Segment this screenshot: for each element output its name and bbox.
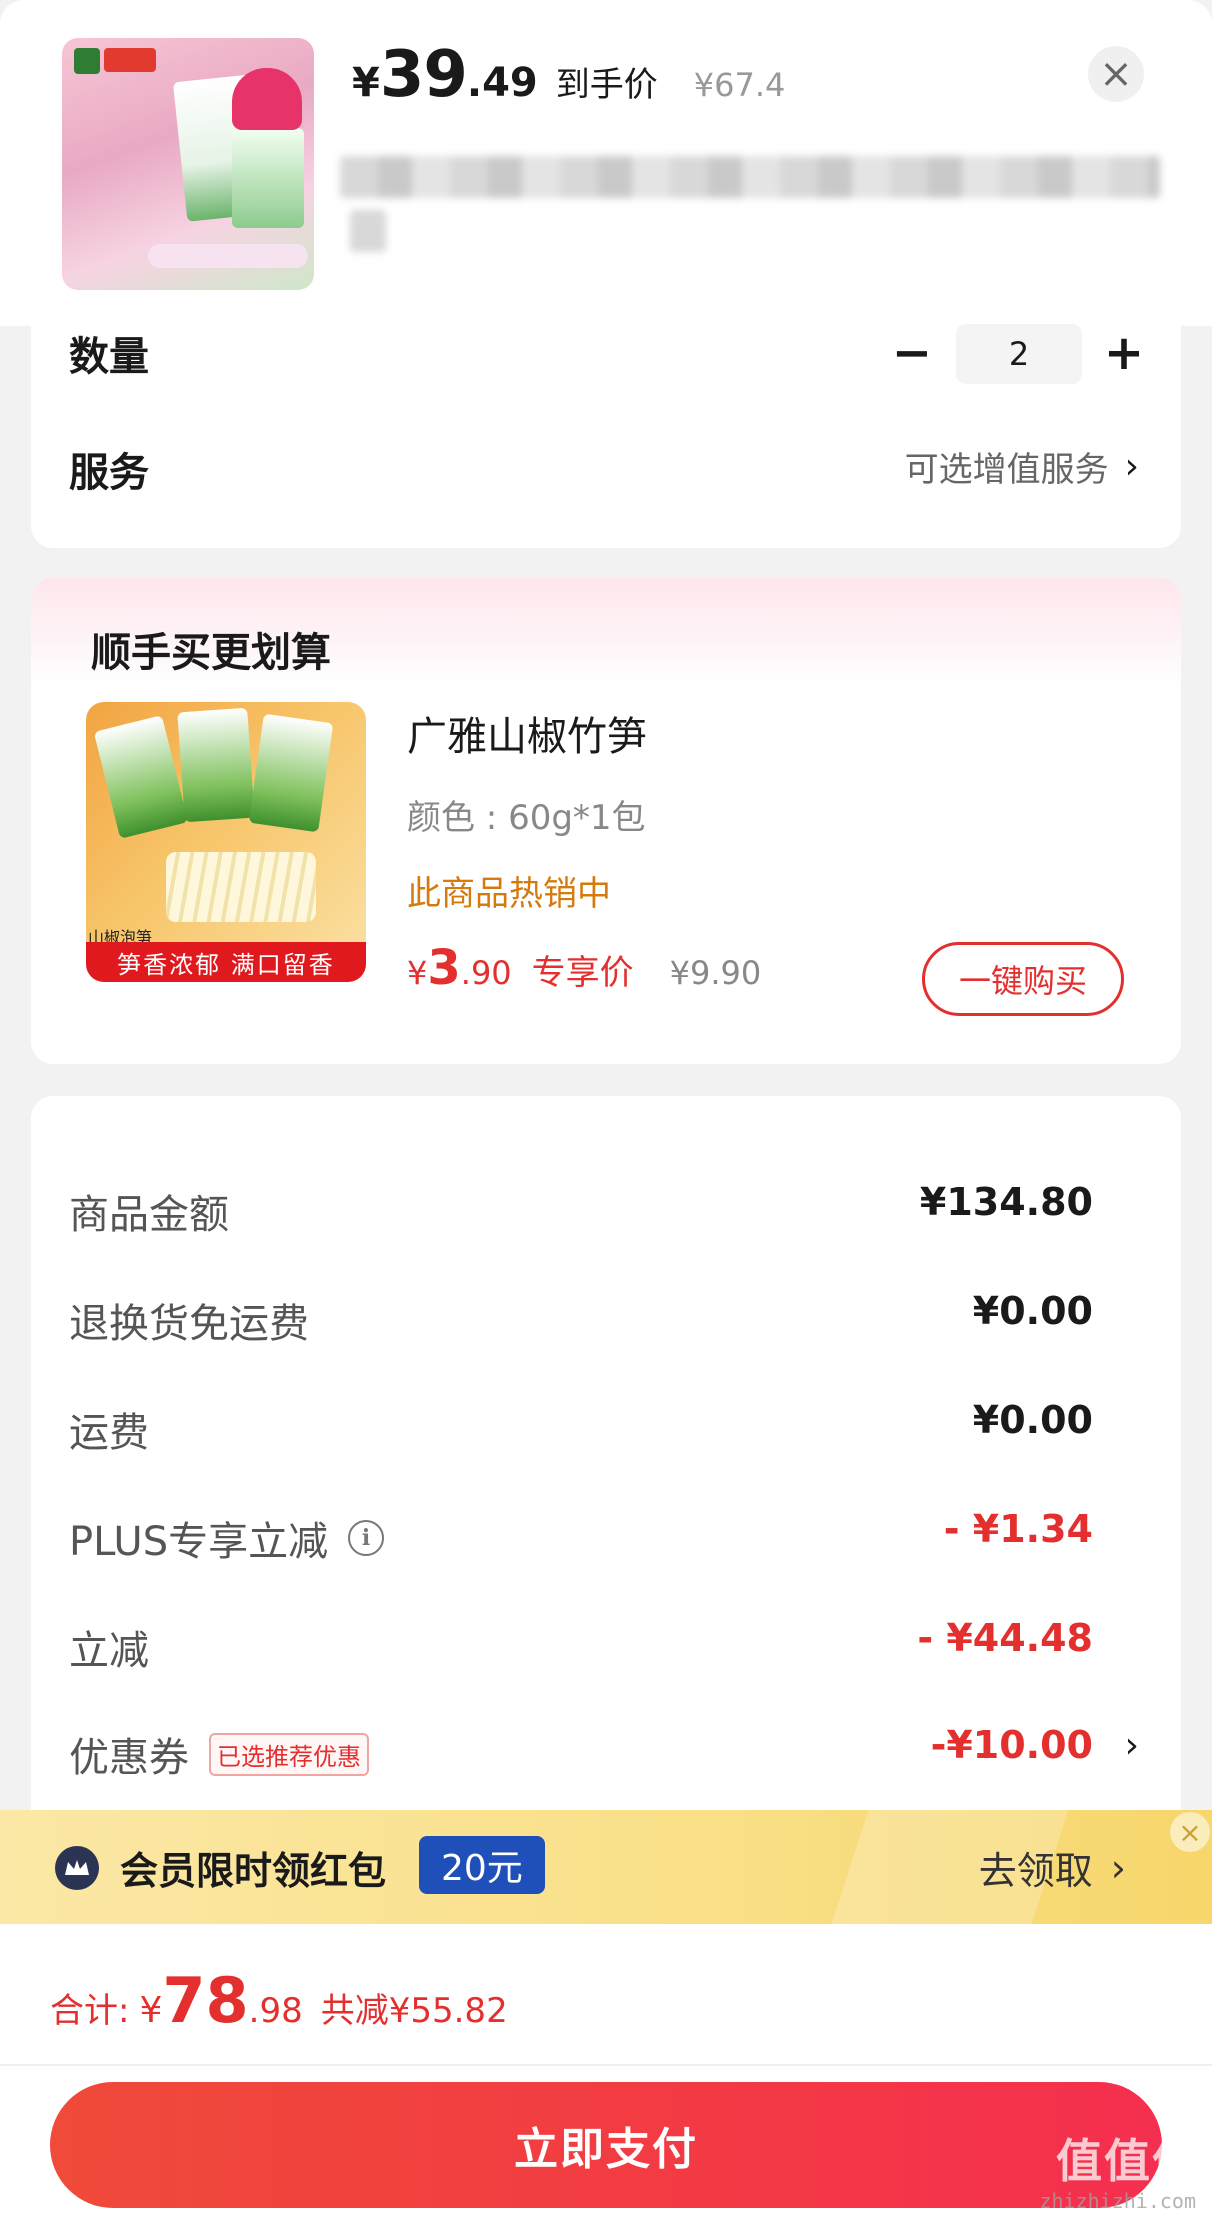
- summary-value: -¥10.00: [930, 1723, 1093, 1767]
- summary-value: - ¥1.34: [943, 1507, 1093, 1551]
- summary-label: 商品金额: [69, 1192, 229, 1238]
- service-value: 可选增值服务: [904, 450, 1109, 490]
- upsell-price-currency: ¥: [407, 954, 428, 992]
- image-banner: 笋香浓郁 满口留香: [86, 942, 366, 982]
- upsell-hot-label: 此商品热销中: [407, 874, 611, 914]
- summary-label: 优惠券: [69, 1735, 189, 1781]
- price-currency: ¥: [352, 60, 380, 106]
- summary-label: 运费: [69, 1410, 149, 1456]
- pay-now-button[interactable]: 立即支付: [50, 2082, 1162, 2208]
- summary-label: 立减: [69, 1628, 149, 1674]
- snack-pack-image: [93, 715, 189, 839]
- product-thumbnail[interactable]: [62, 38, 314, 290]
- close-icon: ×: [1099, 51, 1133, 97]
- price-decimal: .49: [466, 60, 538, 106]
- upsell-original-price: ¥9.90: [669, 954, 762, 992]
- total-saved: 共减¥55.82: [320, 1991, 508, 2031]
- summary-value: ¥0.00: [972, 1398, 1093, 1442]
- total-integer: 78: [162, 1964, 249, 2037]
- brand-logo: [74, 48, 100, 74]
- price-tag-label: 到手价: [555, 65, 658, 105]
- summary-row-instant-discount: 立减 - ¥44.48: [31, 1612, 1181, 1674]
- quantity-service-card: 数量 − 2 + 服务 可选增值服务 ›: [31, 324, 1181, 548]
- info-icon[interactable]: i: [348, 1520, 385, 1556]
- claim-label: 去领取: [978, 1849, 1093, 1893]
- close-icon[interactable]: ×: [1170, 1812, 1210, 1852]
- snack-pack-image: [248, 713, 334, 833]
- member-amount-badge: 20元: [419, 1836, 545, 1894]
- member-red-packet-banner[interactable]: 会员限时领红包 20元 去领取 › ×: [0, 1810, 1212, 1924]
- upsell-product-name[interactable]: 广雅山椒竹笋: [407, 704, 647, 762]
- total-label: 合计:: [50, 1991, 130, 2031]
- snack-pack-image: [177, 707, 255, 823]
- blurred-product-title-line2: [350, 210, 386, 252]
- summary-row-coupon[interactable]: 优惠券 已选推荐优惠 -¥10.00 ›: [31, 1719, 1181, 1781]
- upsell-title: 顺手买更划算: [91, 630, 331, 676]
- summary-row-shipping: 运费 ¥0.00: [31, 1394, 1181, 1456]
- quantity-input[interactable]: 2: [956, 324, 1082, 384]
- one-click-buy-button[interactable]: 一键购买: [922, 942, 1124, 1016]
- quantity-decrease-button[interactable]: −: [885, 325, 939, 381]
- total-currency: ¥: [139, 1990, 163, 2031]
- crown-icon: [55, 1846, 99, 1890]
- quantity-row: 数量 − 2 +: [31, 324, 1181, 386]
- divider: [0, 2064, 1212, 2066]
- summary-label: PLUS专享立减: [69, 1519, 329, 1565]
- order-total: 合计: ¥ 78 .98 共减¥55.82: [50, 1964, 508, 2037]
- summary-row-plus-discount: PLUS专享立减 i - ¥1.34: [31, 1503, 1181, 1565]
- service-label: 服务: [69, 450, 149, 496]
- upsell-price-decimal: .90: [460, 954, 512, 992]
- price-integer: 39: [379, 38, 468, 112]
- milk-box-image: [232, 128, 304, 228]
- summary-row-return-shipping: 退换货免运费 ¥0.00: [31, 1285, 1181, 1347]
- quantity-increase-button[interactable]: +: [1097, 325, 1151, 381]
- chevron-right-icon: ›: [1110, 1845, 1126, 1890]
- upsell-product-spec: 颜色 : 60g*1包: [407, 798, 646, 838]
- final-price: ¥ 39 .49 到手价 ¥67.4: [352, 38, 785, 118]
- chevron-right-icon: ›: [1124, 446, 1139, 487]
- order-summary-card: 商品金额 ¥134.80 退换货免运费 ¥0.00 运费 ¥0.00 PLUS专…: [31, 1096, 1181, 1816]
- summary-value: ¥134.80: [919, 1180, 1093, 1224]
- upsell-price: ¥ 3 .90 专享价 ¥9.90: [407, 940, 761, 996]
- jdl-logo: [104, 48, 156, 72]
- summary-value: ¥0.00: [972, 1289, 1093, 1333]
- upsell-product-image[interactable]: 山椒泡笋 笋香浓郁 满口留香: [86, 702, 366, 982]
- checkout-footer: 合计: ¥ 78 .98 共减¥55.82 立即支付 值值值 zhizhizhi…: [0, 1924, 1212, 2217]
- summary-value: - ¥44.48: [917, 1616, 1093, 1660]
- original-price: ¥67.4: [693, 66, 786, 104]
- product-header: ¥ 39 .49 到手价 ¥67.4 ×: [0, 0, 1212, 326]
- upsell-price-integer: 3: [427, 940, 461, 996]
- service-selector[interactable]: 可选增值服务 ›: [905, 442, 1139, 491]
- chevron-right-icon: ›: [1124, 1725, 1139, 1766]
- summary-label: 退换货免运费: [69, 1301, 309, 1347]
- coupon-heart-badge: [232, 68, 302, 130]
- close-button[interactable]: ×: [1088, 46, 1144, 102]
- blurred-product-title: [340, 156, 1160, 198]
- claim-button[interactable]: 去领取 ›: [979, 1840, 1126, 1895]
- bamboo-shoots-image: [166, 852, 316, 922]
- upsell-price-tag: 专享价: [531, 953, 634, 993]
- summary-row-goods-amount: 商品金额 ¥134.80: [31, 1176, 1181, 1238]
- promo-banner: [148, 244, 308, 268]
- member-banner-text: 会员限时领红包: [120, 1849, 387, 1893]
- quantity-label: 数量: [69, 334, 149, 380]
- coupon-recommended-tag: 已选推荐优惠: [209, 1732, 369, 1776]
- total-decimal: .98: [248, 1991, 303, 2031]
- watermark-url: zhizhizhi.com: [1039, 2189, 1196, 2213]
- watermark-logo: 值值值: [1056, 2134, 1200, 2188]
- upsell-card: 顺手买更划算 山椒泡笋 笋香浓郁 满口留香 广雅山椒竹笋 颜色 : 60g*1包…: [31, 578, 1181, 1064]
